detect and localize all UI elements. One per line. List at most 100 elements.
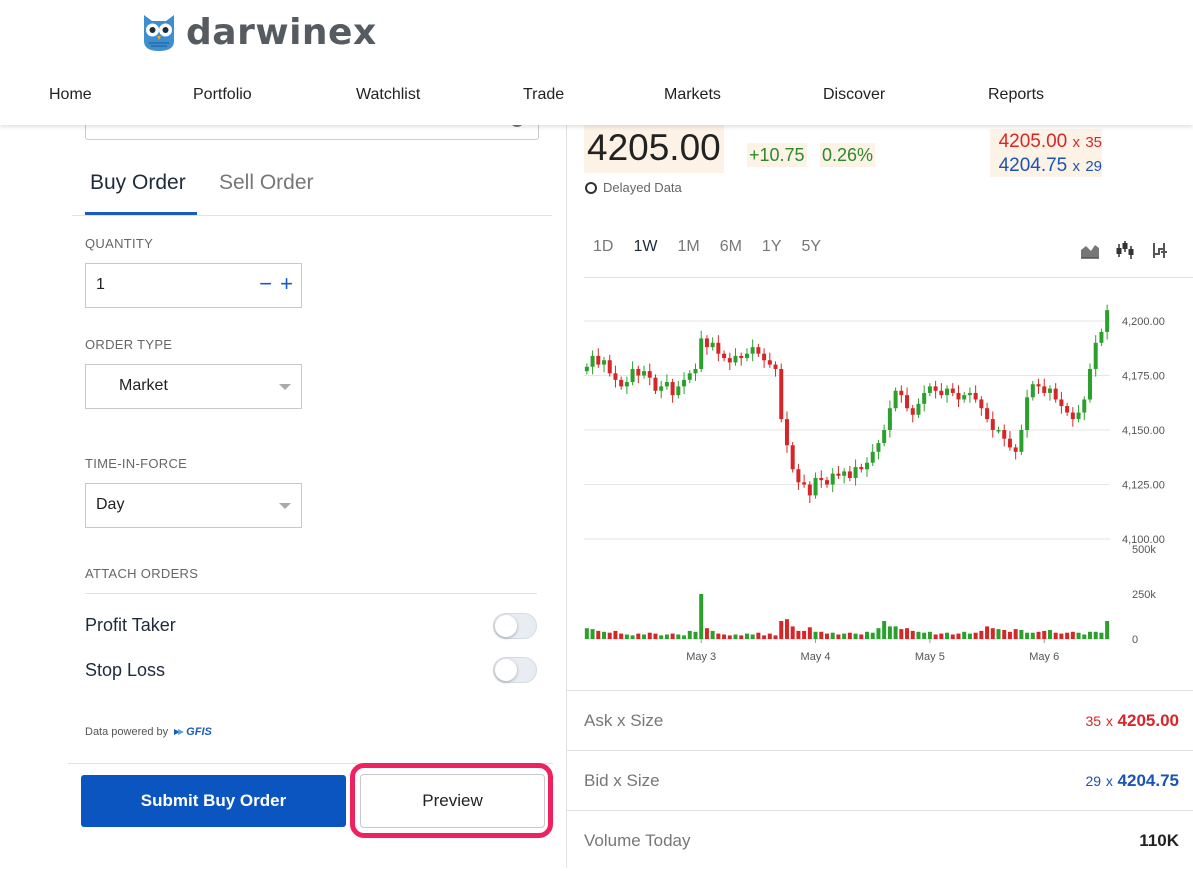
- decrement-button[interactable]: −: [259, 273, 272, 295]
- bid-size-label: Bid x Size: [584, 771, 660, 790]
- candle-body: [842, 471, 847, 476]
- x-tick-label: May 3: [686, 651, 716, 663]
- increment-button[interactable]: +: [280, 273, 293, 295]
- volume-bar: [1082, 634, 1087, 639]
- volume-bar: [876, 628, 881, 639]
- candle-body: [722, 353, 727, 359]
- volume-bar: [602, 631, 607, 639]
- order-type-select[interactable]: Market: [85, 364, 302, 409]
- nav-discover[interactable]: Discover: [823, 86, 885, 104]
- candle-body: [1030, 384, 1035, 398]
- gfis-brand: GFIS: [186, 726, 212, 738]
- candle-body: [1093, 342, 1098, 369]
- range-1d[interactable]: 1D: [593, 238, 613, 256]
- volume-bar: [727, 635, 732, 639]
- nav-trade[interactable]: Trade: [523, 86, 564, 104]
- volume-bar: [893, 626, 898, 639]
- candle-body: [950, 388, 955, 393]
- candle-body: [1019, 430, 1024, 452]
- candle-body: [996, 430, 1001, 432]
- candle-body: [962, 395, 967, 400]
- nav-reports[interactable]: Reports: [988, 86, 1044, 104]
- ask-size: 35: [1085, 134, 1102, 151]
- candle-body: [1082, 399, 1087, 413]
- price-tick-label: 4,175.00: [1122, 371, 1165, 383]
- bid-size-row: Bid x Size 29 x 4204.75: [567, 750, 1193, 811]
- volume-bar: [990, 628, 995, 639]
- step-chart-icon[interactable]: [1151, 240, 1171, 260]
- volume-bar: [1099, 632, 1104, 639]
- candle-body: [1013, 447, 1018, 452]
- volume-bar: [716, 633, 721, 639]
- volume-bar: [756, 632, 761, 639]
- candlestick-chart-icon[interactable]: [1115, 240, 1135, 260]
- candle-body: [699, 338, 704, 369]
- volume-tick-label: 250k: [1132, 589, 1156, 601]
- tif-select[interactable]: Day: [85, 483, 302, 528]
- logo[interactable]: darwinex: [140, 12, 377, 53]
- volume-bar: [607, 632, 612, 639]
- volume-bar: [790, 626, 795, 639]
- candle-body: [687, 373, 692, 380]
- volume-bar: [682, 635, 687, 639]
- candle-body: [824, 480, 829, 485]
- stop-loss-toggle[interactable]: [493, 657, 537, 683]
- volume-bar: [659, 635, 664, 639]
- volume-bar: [750, 634, 755, 639]
- range-6m[interactable]: 6M: [720, 238, 742, 256]
- candle-body: [1047, 388, 1052, 393]
- stop-loss-label: Stop Loss: [85, 660, 166, 680]
- range-1w[interactable]: 1W: [633, 238, 657, 256]
- nav-home[interactable]: Home: [49, 86, 92, 104]
- range-1y[interactable]: 1Y: [762, 238, 782, 256]
- volume-bar: [870, 632, 875, 639]
- volume-bar: [613, 630, 618, 639]
- area-chart-icon[interactable]: [1080, 240, 1100, 260]
- quantity-stepper[interactable]: 1 − +: [85, 263, 302, 308]
- candle-body: [882, 430, 887, 444]
- quote-panel: 4205.00 +10.75 0.26% Delayed Data 4205.0…: [567, 125, 1193, 868]
- submit-buy-order-button[interactable]: Submit Buy Order: [81, 775, 346, 827]
- times-sign: x: [1072, 158, 1081, 175]
- tab-buy-order[interactable]: Buy Order: [90, 171, 186, 195]
- volume-bar: [853, 633, 858, 639]
- volume-bar: [1087, 631, 1092, 639]
- bid-price: 4204.75: [998, 155, 1068, 176]
- candle-body: [813, 477, 818, 496]
- nav-watchlist[interactable]: Watchlist: [356, 86, 420, 104]
- candle-body: [1053, 388, 1058, 400]
- volume-bar: [739, 635, 744, 639]
- volume-bar: [664, 634, 669, 639]
- times-sign: x: [1072, 134, 1081, 151]
- candle-body: [905, 395, 910, 409]
- volume-bar: [619, 633, 624, 639]
- nav-markets[interactable]: Markets: [664, 86, 721, 104]
- nav-portfolio[interactable]: Portfolio: [193, 86, 252, 104]
- candle-body: [636, 368, 641, 376]
- candle-body: [779, 368, 784, 420]
- volume-bar: [865, 631, 870, 639]
- range-1m[interactable]: 1M: [677, 238, 699, 256]
- candle-body: [796, 469, 801, 483]
- candle-body: [642, 371, 647, 376]
- preview-button[interactable]: Preview: [360, 774, 545, 828]
- range-5y[interactable]: 5Y: [802, 238, 822, 256]
- volume-bar: [722, 634, 727, 639]
- order-type-label: ORDER TYPE: [85, 337, 173, 352]
- candle-body: [819, 477, 824, 481]
- volume-bar: [642, 634, 647, 639]
- profit-taker-toggle[interactable]: [493, 613, 537, 639]
- tab-sell-order[interactable]: Sell Order: [219, 171, 314, 195]
- quantity-value[interactable]: 1: [96, 276, 105, 294]
- volume-bar: [1013, 629, 1018, 639]
- volume-bar: [636, 633, 641, 639]
- volume-bar: [1070, 631, 1075, 639]
- x-tick-label: May 5: [915, 651, 945, 663]
- data-attribution: Data powered by GFIS: [85, 726, 212, 738]
- candle-body: [670, 382, 675, 396]
- gfis-logo: GFIS: [174, 726, 212, 738]
- volume-bar: [916, 631, 921, 639]
- candle-body: [647, 371, 652, 378]
- price-volume-chart[interactable]: 4,200.004,175.004,150.004,125.004,100.00…: [567, 285, 1193, 670]
- volume-bar: [624, 634, 629, 639]
